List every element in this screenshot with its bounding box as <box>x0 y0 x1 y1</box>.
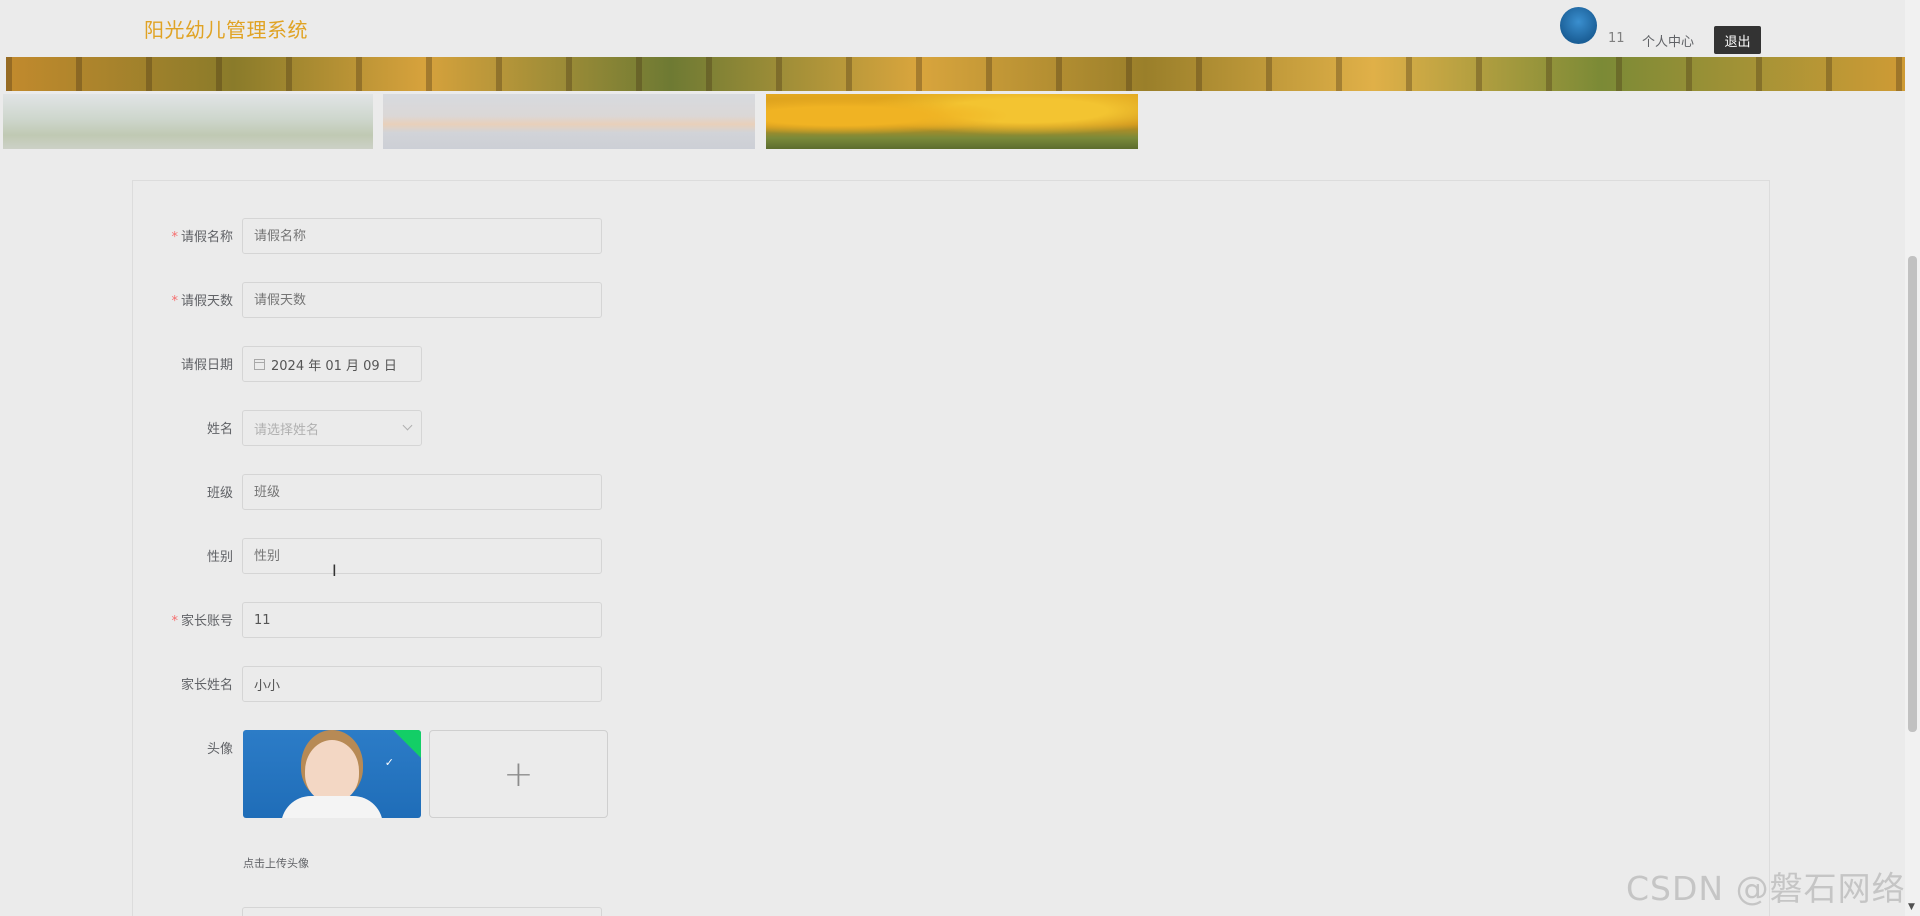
leave-name-label: * 请假名称 <box>171 230 233 245</box>
leave-date-value: 2024 年 01 月 09 日 <box>271 358 397 374</box>
calendar-icon <box>254 358 265 370</box>
upload-tip: 点击上传头像 <box>243 857 309 870</box>
gender-label: 性别 <box>206 550 233 565</box>
scrollbar-thumb[interactable] <box>1908 256 1917 732</box>
banner-image <box>6 57 1905 91</box>
class-input[interactable] <box>242 474 602 510</box>
plus-icon: + <box>503 753 534 795</box>
parent-account-input[interactable]: 11 <box>242 602 602 638</box>
avatar-photo-body <box>281 796 383 818</box>
brand-title[interactable]: 阳光幼儿管理系统 <box>144 14 308 43</box>
user-avatar[interactable] <box>1560 7 1597 44</box>
carousel-thumb-2[interactable] <box>383 94 755 149</box>
next-field-input[interactable] <box>242 907 602 916</box>
required-mark: * <box>171 294 178 309</box>
check-icon: ✓ <box>384 756 394 769</box>
profile-link[interactable]: 个人中心 <box>1642 31 1694 50</box>
text-cursor-icon: I <box>332 561 337 580</box>
leave-date-picker[interactable]: 2024 年 01 月 09 日 <box>242 346 422 382</box>
uploaded-avatar-thumbnail[interactable]: ✓ <box>243 730 421 818</box>
upload-success-corner <box>392 730 421 758</box>
parent-name-input[interactable]: 小小 <box>242 666 602 702</box>
scroll-down-arrow-icon[interactable]: ▼ <box>1908 902 1915 912</box>
student-name-placeholder: 请选择姓名 <box>254 422 320 438</box>
student-name-select[interactable]: 请选择姓名 <box>242 410 422 446</box>
required-mark: * <box>171 614 178 629</box>
avatar-label: 头像 <box>206 742 233 757</box>
gender-input[interactable] <box>242 538 602 574</box>
top-header: 阳光幼儿管理系统 11 个人中心 退出 <box>0 0 1905 57</box>
leave-name-input[interactable] <box>242 218 602 254</box>
carousel-thumb-3[interactable] <box>766 94 1138 149</box>
watermark: CSDN @磐石网络 <box>1626 869 1906 908</box>
chevron-down-icon <box>402 420 413 431</box>
parent-name-label: 家长姓名 <box>180 678 233 693</box>
add-avatar-button[interactable]: + <box>429 730 608 818</box>
class-label: 班级 <box>206 486 233 501</box>
leave-days-input[interactable] <box>242 282 602 318</box>
avatar-photo-face <box>305 740 359 802</box>
student-name-label: 姓名 <box>206 422 233 437</box>
user-name: 11 <box>1608 31 1625 46</box>
leave-date-label: 请假日期 <box>180 358 233 373</box>
logout-button[interactable]: 退出 <box>1714 26 1761 54</box>
parent-account-label: * 家长账号 <box>171 614 233 629</box>
leave-days-label: * 请假天数 <box>171 294 233 309</box>
carousel-thumb-1[interactable] <box>3 94 373 149</box>
required-mark: * <box>171 230 178 245</box>
